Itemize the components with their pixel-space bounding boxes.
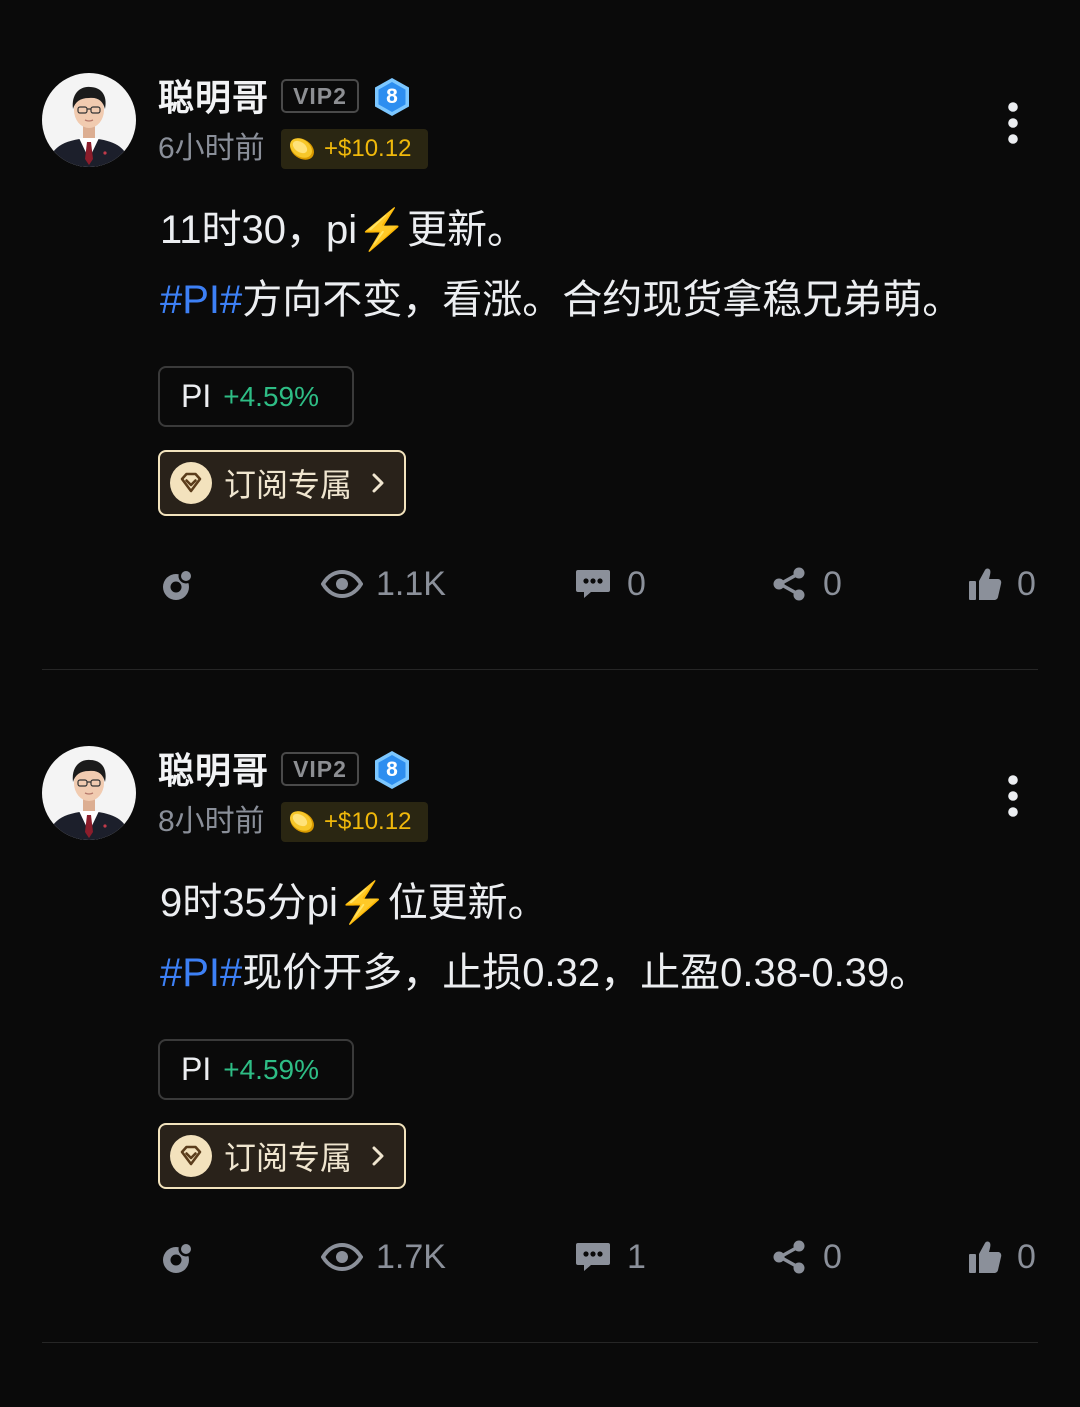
hashtag-link[interactable]: #PI# — [160, 951, 242, 995]
avatar-portrait — [42, 73, 136, 167]
hashtag-link[interactable]: #PI# — [160, 278, 242, 322]
comment-icon — [576, 570, 610, 598]
diamond-icon — [170, 1135, 212, 1177]
coin-change: +4.59% — [223, 380, 319, 412]
eye-icon — [321, 1243, 363, 1271]
coin-symbol: PI — [181, 378, 212, 414]
share-icon — [773, 1240, 805, 1274]
share-button[interactable]: 0 — [772, 1237, 842, 1277]
post-time: 6小时前 — [158, 132, 265, 165]
post-text: 现价开多，止损0.32，止盈0.38-0.39。 — [242, 951, 930, 995]
avatar[interactable] — [42, 73, 136, 167]
more-vertical-icon — [1008, 102, 1018, 144]
subscribe-exclusive-button[interactable]: 订阅专属 — [158, 450, 406, 516]
coin-symbol: PI — [181, 1051, 212, 1087]
likes-count: 0 — [1017, 1237, 1036, 1276]
comment-button[interactable]: 1 — [575, 1237, 646, 1277]
eye-icon — [321, 570, 363, 598]
repost-button[interactable] — [161, 1237, 195, 1277]
coin-price-chip[interactable]: PI +4.59% — [158, 366, 354, 427]
coin-icon — [290, 811, 314, 833]
post-divider — [42, 1342, 1038, 1343]
more-menu-button[interactable] — [1001, 774, 1025, 818]
post-text: 方向不变，看涨。合约现货拿稳兄弟萌。 — [242, 278, 963, 322]
author-name[interactable]: 聪明哥 — [158, 76, 269, 120]
more-vertical-icon — [1008, 775, 1018, 817]
post-text: 9时35分pi — [160, 881, 338, 925]
chevron-right-icon — [372, 473, 384, 493]
author-name[interactable]: 聪明哥 — [158, 749, 269, 793]
share-button[interactable]: 0 — [772, 564, 842, 604]
post-text: 11时30，pi — [160, 208, 358, 252]
more-menu-button[interactable] — [1001, 101, 1025, 145]
feed-post: 聪明哥 VIP2 8 6小时前 +$10.12 11时30，pi⚡更新。 #PI… — [0, 0, 1080, 673]
like-button[interactable]: 0 — [968, 1237, 1036, 1277]
post-text-line: #PI#现价开多，止损0.32，止盈0.38-0.39。 — [160, 948, 929, 998]
avatar[interactable] — [42, 746, 136, 840]
comment-button[interactable]: 0 — [575, 564, 646, 604]
views-stat[interactable]: 1.1K — [321, 564, 446, 604]
tip-amount: +$10.12 — [324, 808, 412, 835]
subscribe-label: 订阅专属 — [224, 467, 353, 503]
tip-badge: +$10.12 — [281, 802, 428, 842]
lightning-emoji: ⚡ — [337, 881, 388, 925]
post-divider — [42, 669, 1038, 670]
level-badge: 8 — [373, 77, 411, 117]
level-number: 8 — [386, 85, 398, 108]
post-feed: 聪明哥 VIP2 8 6小时前 +$10.12 11时30，pi⚡更新。 #PI… — [0, 0, 1080, 1346]
likes-count: 0 — [1017, 564, 1036, 603]
coin-price-chip[interactable]: PI +4.59% — [158, 1039, 354, 1100]
shares-count: 0 — [823, 1237, 842, 1276]
diamond-icon — [170, 462, 212, 504]
repost-icon — [163, 568, 194, 600]
feed-post: 聪明哥 VIP2 8 8小时前 +$10.12 9时35分pi⚡位更新。 #PI… — [0, 673, 1080, 1346]
subscribe-exclusive-button[interactable]: 订阅专属 — [158, 1123, 406, 1189]
thumbs-up-icon — [969, 1241, 1002, 1273]
comments-count: 1 — [627, 1237, 646, 1276]
coin-icon — [290, 138, 314, 160]
views-count: 1.7K — [376, 1237, 446, 1276]
vip-badge: VIP2 — [281, 752, 359, 786]
post-text: 更新。 — [406, 208, 527, 252]
level-number: 8 — [386, 758, 398, 781]
coin-change: +4.59% — [223, 1053, 319, 1085]
views-stat[interactable]: 1.7K — [321, 1237, 446, 1277]
share-icon — [773, 567, 805, 601]
level-badge: 8 — [373, 750, 411, 790]
comment-icon — [576, 1243, 610, 1271]
post-text-line: #PI#方向不变，看涨。合约现货拿稳兄弟萌。 — [160, 275, 962, 325]
like-button[interactable]: 0 — [968, 564, 1036, 604]
repost-button[interactable] — [161, 564, 195, 604]
vip-badge: VIP2 — [281, 79, 359, 113]
post-time: 8小时前 — [158, 805, 265, 838]
subscribe-label: 订阅专属 — [224, 1140, 353, 1176]
post-text-line: 11时30，pi⚡更新。 — [160, 205, 527, 255]
repost-icon — [163, 1241, 194, 1273]
tip-amount: +$10.12 — [324, 135, 412, 162]
views-count: 1.1K — [376, 564, 446, 603]
comments-count: 0 — [627, 564, 646, 603]
thumbs-up-icon — [969, 568, 1002, 600]
lightning-emoji: ⚡ — [357, 208, 407, 252]
avatar-portrait — [42, 746, 136, 840]
chevron-right-icon — [372, 1146, 384, 1166]
post-text-line: 9时35分pi⚡位更新。 — [160, 878, 548, 928]
post-text: 位更新。 — [387, 881, 548, 925]
shares-count: 0 — [823, 564, 842, 603]
tip-badge: +$10.12 — [281, 129, 428, 169]
